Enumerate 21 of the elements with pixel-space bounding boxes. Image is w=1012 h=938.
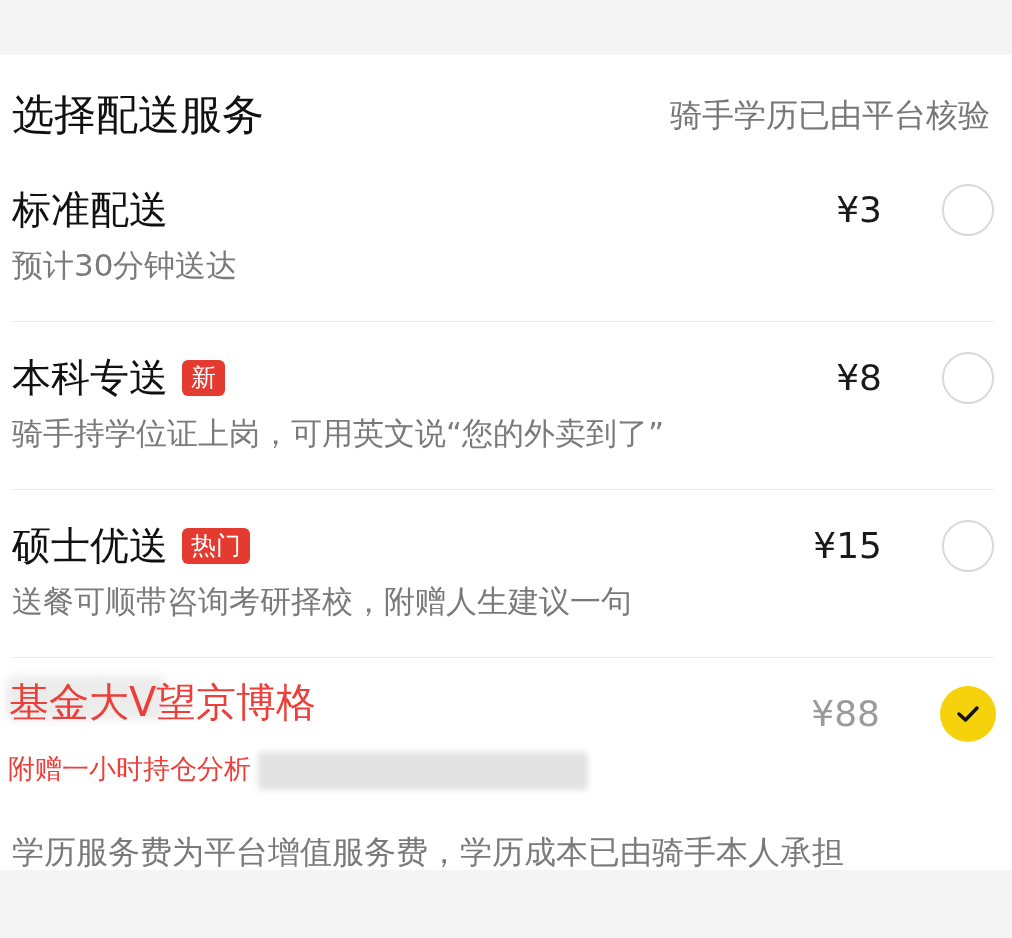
overlay-title: 基金大V望京博格 xyxy=(9,680,317,724)
option-description: 送餐可顺带咨询考研择校，附赠人生建议一句 xyxy=(12,583,632,619)
option-description: 骑手持学位证上岗，可用英文说“您的外卖到了” xyxy=(12,415,665,451)
overlay-subtitle: 附赠一小时持仓分析 xyxy=(8,752,251,786)
fee-note: 学历服务费为平台增值服务费，学历成本已由骑手本人承担 xyxy=(12,834,844,870)
price-label: ¥8 xyxy=(836,356,882,400)
price-label: ¥3 xyxy=(836,188,882,232)
option-title: 硕士优送 xyxy=(12,524,168,568)
radio-button[interactable] xyxy=(942,184,994,236)
option-badge: 新 xyxy=(182,360,225,396)
radio-button[interactable] xyxy=(942,352,994,404)
option-title: 标准配送 xyxy=(12,188,168,232)
verification-note: 骑手学历已由平台核验 xyxy=(670,95,990,136)
radio-checked-icon[interactable] xyxy=(940,686,996,742)
option-title: 本科专送 xyxy=(12,356,168,400)
price-label: ¥88 xyxy=(811,692,880,736)
radio-button[interactable] xyxy=(942,520,994,572)
option-description: 预计30分钟送达 xyxy=(12,247,238,283)
option-badge: 热门 xyxy=(182,528,250,564)
section-title: 选择配送服务 xyxy=(12,93,264,137)
price-label: ¥15 xyxy=(813,524,882,568)
